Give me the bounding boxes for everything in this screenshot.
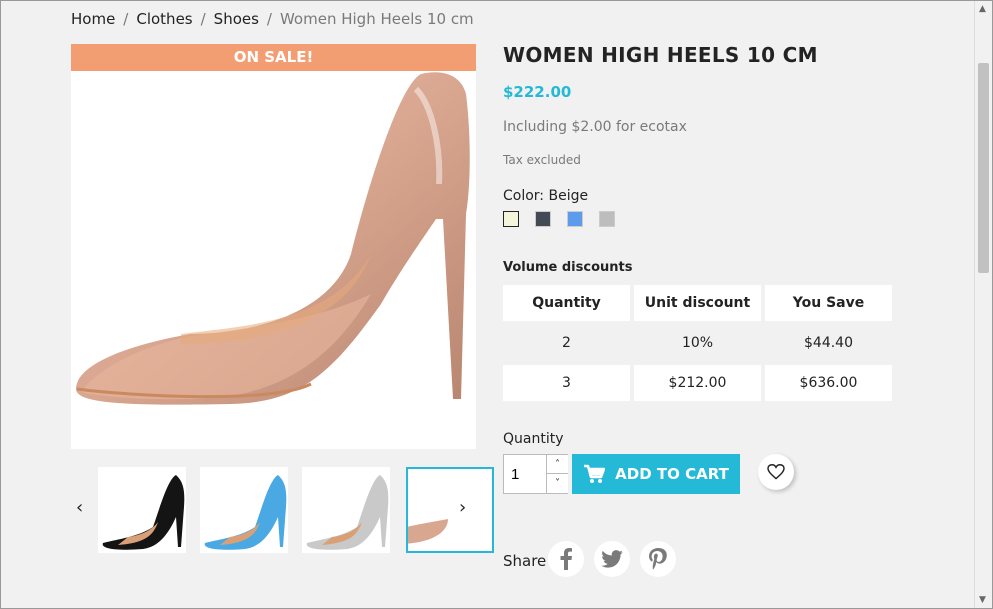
chevron-down-icon[interactable]: ˅ [546, 474, 568, 493]
thumbnail-black[interactable] [98, 467, 186, 553]
scroll-down-arrow-icon[interactable]: ▼ [979, 595, 986, 605]
shoe-thumbnail-icon [306, 475, 389, 550]
wishlist-button[interactable] [758, 454, 794, 490]
table-cell: 3 [503, 365, 630, 401]
add-to-cart-label: ADD TO CART [615, 465, 729, 483]
table-cell: $212.00 [634, 365, 761, 401]
breadcrumb-clothes[interactable]: Clothes [136, 10, 192, 28]
table-cell: $44.40 [804, 335, 853, 351]
color-swatches [503, 211, 615, 227]
table-row: 2 10% $44.40 [503, 325, 892, 361]
thumbnail-beige[interactable] [406, 467, 494, 553]
quantity-stepper: ˄ ˅ [503, 454, 568, 494]
vertical-scrollbar[interactable]: ▲ ▼ [974, 1, 992, 608]
swatch-blue[interactable] [567, 211, 583, 227]
facebook-icon[interactable] [548, 541, 584, 577]
swatch-grey[interactable] [535, 211, 551, 227]
cart-icon [584, 464, 606, 483]
twitter-icon[interactable] [594, 541, 630, 577]
volume-discounts-table: Quantity Unit discount You Save 2 10% $4… [499, 281, 896, 405]
table-header: Unit discount [634, 285, 761, 321]
shoe-thumbnail-icon [102, 475, 185, 550]
thumbnail-carousel: ‹ › [71, 465, 494, 555]
high-heel-shoe-image [76, 72, 470, 405]
color-label: Color: Beige [503, 188, 589, 204]
chevron-left-icon[interactable]: ‹ [76, 497, 83, 518]
breadcrumb-home[interactable]: Home [71, 10, 115, 28]
product-title: WOMEN HIGH HEELS 10 CM [503, 43, 818, 67]
share-label: Share [503, 552, 547, 570]
chevron-up-icon[interactable]: ˄ [546, 455, 568, 474]
table-header: Quantity [503, 285, 630, 321]
quantity-input[interactable] [504, 455, 544, 493]
breadcrumb-current: Women High Heels 10 cm [279, 10, 474, 28]
table-cell: 10% [681, 335, 714, 351]
shoe-thumbnail-icon [204, 475, 287, 550]
chevron-right-icon[interactable]: › [459, 497, 466, 518]
swatch-beige[interactable] [503, 211, 519, 227]
scrollbar-thumb[interactable] [978, 63, 989, 273]
table-cell: $636.00 [765, 365, 892, 401]
shoe-thumbnail-icon [408, 519, 448, 544]
ecotax-note: Including $2.00 for ecotax [503, 119, 687, 135]
table-cell: 2 [562, 335, 571, 351]
product-main-image[interactable]: ON SALE! [71, 44, 476, 449]
breadcrumb: Home / Clothes / Shoes / Women High Heel… [71, 10, 474, 28]
table-header: You Save [765, 285, 892, 321]
add-to-cart-button[interactable]: ADD TO CART [572, 454, 740, 494]
thumbnail-silver[interactable] [302, 467, 390, 553]
breadcrumb-separator: / [200, 10, 206, 28]
heart-icon [767, 464, 785, 480]
thumbnail-blue[interactable] [200, 467, 288, 553]
pinterest-icon[interactable] [640, 541, 676, 577]
scroll-up-arrow-icon[interactable]: ▲ [979, 4, 986, 14]
quantity-label: Quantity [503, 431, 564, 447]
breadcrumb-separator: / [123, 10, 129, 28]
table-row: 3 $212.00 $636.00 [503, 365, 892, 401]
swatch-silver[interactable] [599, 211, 615, 227]
page-frame: Home / Clothes / Shoes / Women High Heel… [0, 0, 993, 609]
tax-note: Tax excluded [503, 153, 581, 167]
breadcrumb-separator: / [266, 10, 272, 28]
product-price: $222.00 [503, 83, 572, 101]
breadcrumb-shoes[interactable]: Shoes [214, 10, 259, 28]
volume-discounts-label: Volume discounts [503, 260, 633, 275]
sale-banner: ON SALE! [71, 44, 476, 71]
